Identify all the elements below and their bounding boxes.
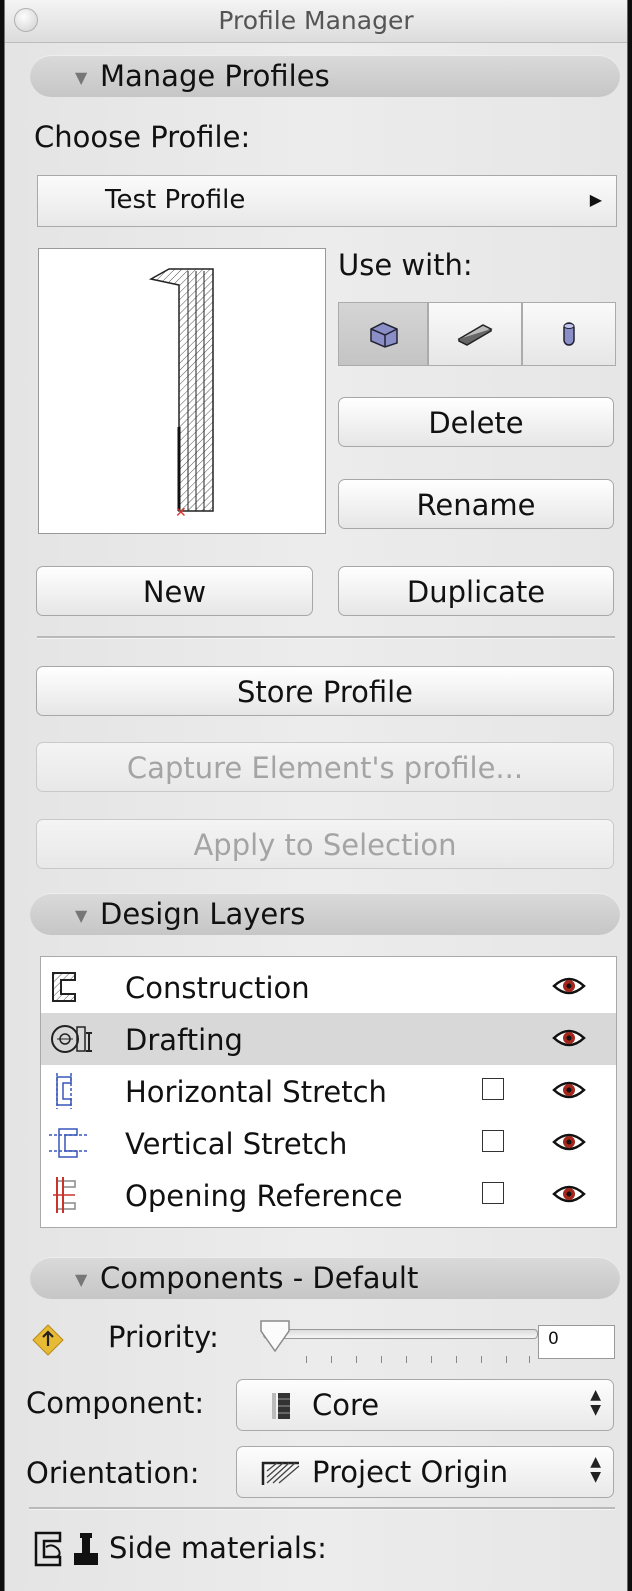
slider-tick [481,1356,482,1363]
design-layers-header[interactable]: ▼ Design Layers [30,893,620,935]
layer-row-construction[interactable]: Construction [41,961,616,1013]
profile-preview: ✕ [38,248,326,534]
section-label: Design Layers [100,897,306,931]
window-title: Profile Manager [218,6,414,35]
delete-button[interactable]: Delete [338,397,614,447]
priority-value: 0 [548,1329,559,1349]
use-with-wall-button[interactable] [338,302,428,366]
slider-tick [331,1356,332,1363]
new-button[interactable]: New [36,566,313,616]
manage-profiles-header[interactable]: ▼ Manage Profiles [30,55,620,97]
component-value: Core [312,1388,380,1422]
svg-text:✕: ✕ [175,505,187,521]
priority-slider-thumb[interactable] [258,1318,292,1354]
title-bar: Profile Manager [5,0,627,43]
use-with-column-button[interactable] [522,302,616,366]
layer-name: Vertical Stretch [125,1127,348,1161]
section-label: Components - Default [100,1261,419,1295]
slider-tick [529,1356,530,1363]
layer-name: Drafting [125,1023,243,1057]
use-with-label: Use with: [338,248,473,282]
disclosure-triangle-icon: ▼ [75,1270,88,1289]
priority-slider-track[interactable] [263,1329,538,1339]
design-layers-list: Construction Drafting Horizontal Stretch… [40,956,617,1228]
vertical-stretch-icon [49,1128,89,1158]
disclosure-triangle-icon: ▼ [75,68,88,87]
use-with-beam-button[interactable] [428,302,522,366]
eye-icon[interactable] [551,1182,587,1206]
stretch-checkbox[interactable] [482,1078,504,1100]
priority-label: Priority: [108,1320,219,1354]
orientation-select[interactable]: Project Origin ▲ ▼ [236,1446,614,1498]
components-header[interactable]: ▼ Components - Default [30,1257,620,1299]
eye-icon[interactable] [551,1026,587,1050]
popup-arrow-icon: ▶ [589,190,602,209]
slider-tick [506,1356,507,1363]
slider-tick [306,1356,307,1363]
layer-row-drafting[interactable]: Drafting [41,1013,616,1065]
slider-tick [456,1356,457,1363]
construction-layer-icon [52,972,76,1002]
updown-arrows-icon: ▲ ▼ [590,1387,601,1418]
layer-name: Opening Reference [125,1179,403,1213]
layer-row-vertical-stretch[interactable]: Vertical Stretch [41,1117,616,1169]
rename-button[interactable]: Rename [338,479,614,529]
slider-tick [381,1356,382,1363]
profile-manager-panel: Profile Manager ▼ Manage Profiles Choose… [4,0,628,1591]
eye-icon[interactable] [551,1130,587,1154]
opening-checkbox[interactable] [482,1182,504,1204]
component-select[interactable]: Core ▲ ▼ [236,1379,614,1431]
profile-popup[interactable]: Test Profile ▶ [37,175,617,227]
side-materials-label: Side materials: [109,1531,327,1565]
stretch-checkbox[interactable] [482,1130,504,1152]
column-icon [563,322,575,346]
store-profile-button[interactable]: Store Profile [36,666,614,716]
slider-tick [406,1356,407,1363]
core-fill-icon [272,1393,290,1419]
updown-arrows-icon: ▲ ▼ [590,1454,601,1485]
layer-name: Horizontal Stretch [125,1075,387,1109]
eye-icon[interactable] [551,974,587,998]
beam-icon [457,324,493,346]
layer-name: Construction [125,971,310,1005]
side-materials-icon [34,1531,98,1567]
opening-reference-icon [53,1177,76,1213]
selected-profile: Test Profile [105,185,246,215]
slider-tick [431,1356,432,1363]
apply-to-selection-button[interactable]: Apply to Selection [36,819,614,869]
slider-tick [356,1356,357,1363]
section-label: Manage Profiles [100,59,330,93]
drafting-layer-icon [51,1025,92,1053]
priority-value-field[interactable]: 0 [538,1325,615,1359]
disclosure-triangle-icon: ▼ [75,906,88,925]
orientation-label: Orientation: [26,1456,200,1490]
profile-preview-drawing: ✕ [148,268,214,521]
priority-diamond-icon [32,1324,64,1356]
divider [29,1507,615,1510]
project-origin-icon [261,1461,300,1485]
component-label: Component: [26,1386,205,1420]
divider [37,636,615,639]
capture-profile-button[interactable]: Capture Element's profile... [36,742,614,792]
orientation-value: Project Origin [312,1455,509,1489]
choose-profile-label: Choose Profile: [34,120,251,154]
wall-icon [370,322,398,348]
layer-row-horizontal-stretch[interactable]: Horizontal Stretch [41,1065,616,1117]
layer-row-opening-reference[interactable]: Opening Reference [41,1169,616,1221]
horizontal-stretch-icon [56,1073,72,1109]
eye-icon[interactable] [551,1078,587,1102]
duplicate-button[interactable]: Duplicate [338,566,614,616]
